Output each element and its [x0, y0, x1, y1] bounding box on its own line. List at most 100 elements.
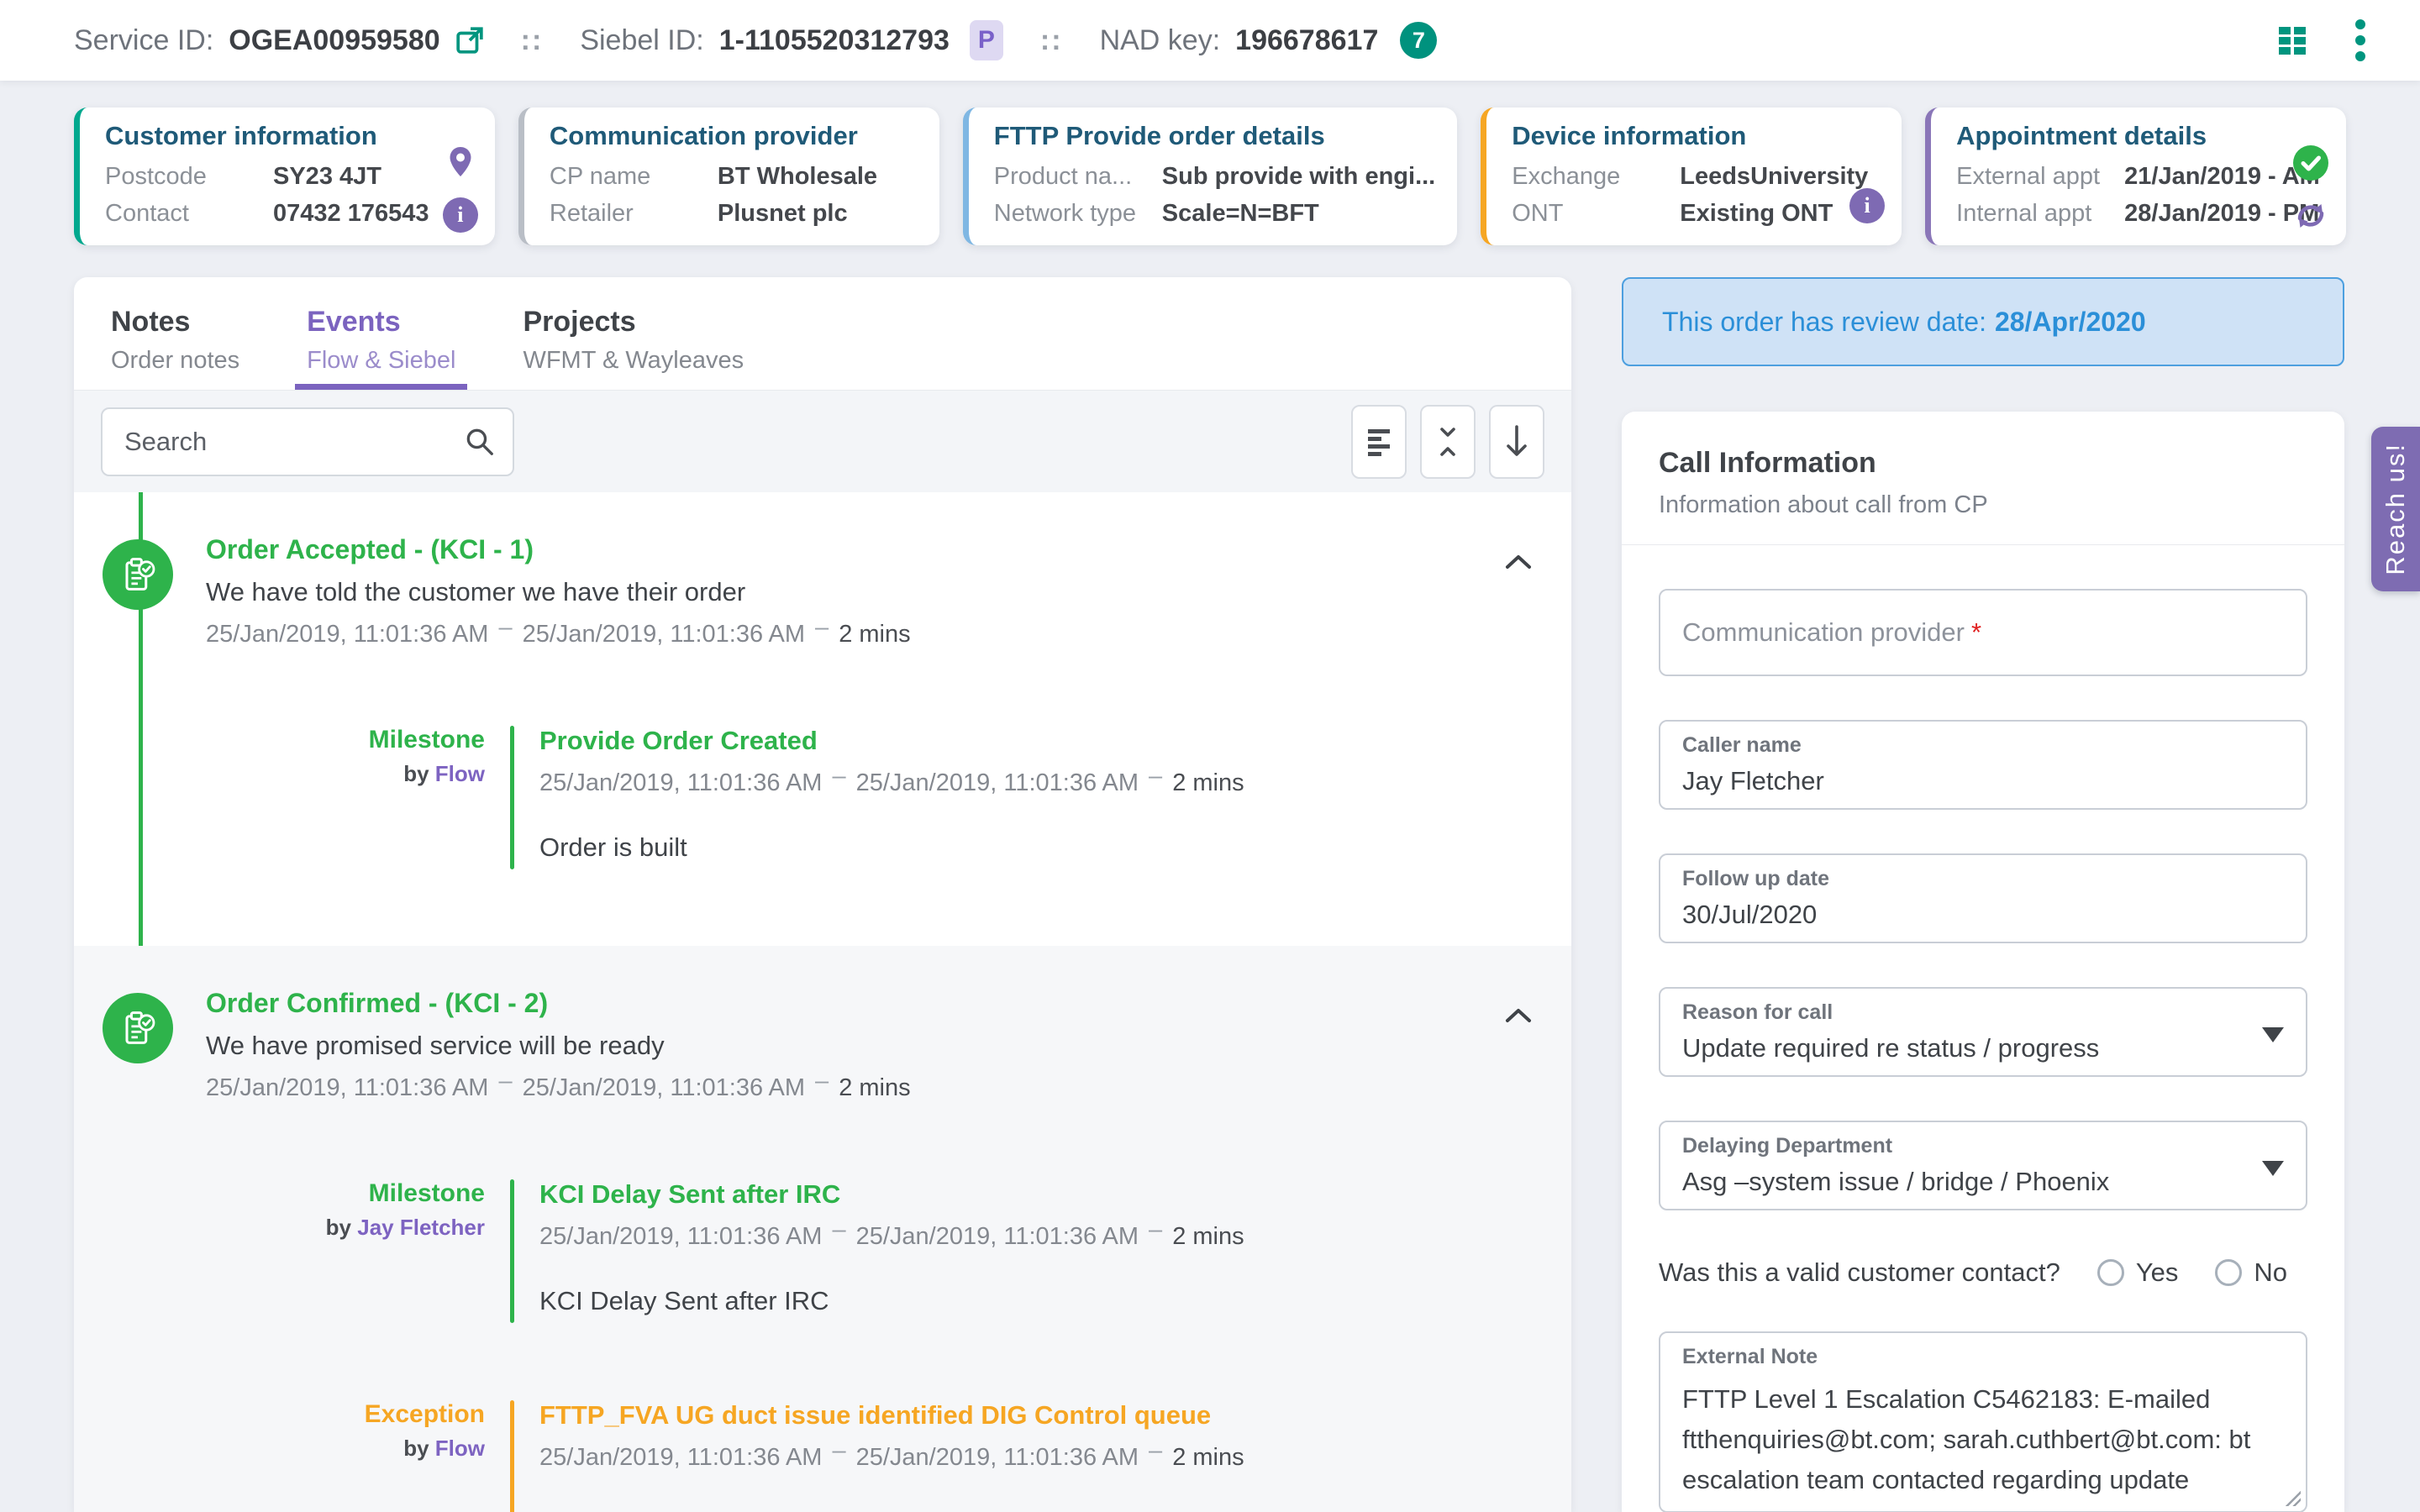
- event-subtitle: We have told the customer we have their …: [206, 577, 1531, 607]
- row-value: 07432 176543: [273, 195, 429, 232]
- item-dates: 25/Jan/2019, 11:01:36 AM–25/Jan/2019, 11…: [539, 769, 1531, 797]
- chevron-up-icon[interactable]: [1504, 1006, 1533, 1029]
- row-value: BT Wholesale: [718, 158, 877, 195]
- event-dates: 25/Jan/2019, 11:01:36 AM–25/Jan/2019, 11…: [206, 1074, 1531, 1102]
- device-information-card: Device information ExchangeLeedsUniversi…: [1481, 108, 1902, 245]
- item-accent-bar: [510, 726, 514, 869]
- separator: ::: [1040, 24, 1063, 57]
- valid-contact-yes-option[interactable]: Yes: [2097, 1257, 2179, 1288]
- event-subtitle: We have promised service will be ready: [206, 1031, 1531, 1061]
- info-icon[interactable]: i: [1849, 188, 1885, 223]
- grid-menu-icon[interactable]: [2274, 22, 2311, 59]
- review-date: 28/Apr/2020: [1995, 307, 2146, 338]
- card-title: Device information: [1512, 121, 1880, 151]
- item-kind: Milestone: [206, 726, 485, 754]
- item-author: by Flow: [206, 761, 485, 787]
- row-value: Existing ONT: [1680, 195, 1833, 232]
- milestone-provide-order-created: Milestone by Flow Provide Order Created …: [206, 726, 1531, 869]
- card-title: FTTP Provide order details: [994, 121, 1435, 151]
- siebel-p-badge[interactable]: P: [970, 20, 1003, 60]
- event-title: Order Accepted - (KCI - 1): [206, 534, 1531, 565]
- event-order-confirmed: Order Confirmed - (KCI - 2) We have prom…: [74, 946, 1571, 1512]
- exception-ug-duct-issue: Exception by Flow FTTP_FVA UG duct issue…: [206, 1400, 1531, 1512]
- row-value: Plusnet plc: [718, 195, 848, 232]
- service-id-value[interactable]: OGEA00959580: [229, 24, 439, 57]
- align-view-button[interactable]: [1351, 405, 1407, 479]
- external-note-textarea[interactable]: External Note FTTP Level 1 Escalation C5…: [1659, 1331, 2307, 1512]
- topbar-actions: [2274, 18, 2366, 62]
- item-body: KCI Delay Sent after IRC: [539, 1286, 1531, 1323]
- row-label: Network type: [994, 195, 1162, 232]
- order-identifiers: Service ID: OGEA00959580 :: Siebel ID: 1…: [74, 20, 1437, 60]
- radio-yes[interactable]: [2097, 1259, 2124, 1286]
- collapse-vertical-icon: [1435, 424, 1460, 459]
- chevron-down-icon: [2262, 1161, 2284, 1176]
- card-title: Customer information: [105, 121, 473, 151]
- tab-projects[interactable]: Projects WFMT & Wayleaves: [511, 306, 755, 390]
- reach-us-tab[interactable]: Reach us!: [2371, 427, 2420, 591]
- review-date-banner: This order has review date:28/Apr/2020: [1622, 277, 2344, 366]
- tab-notes[interactable]: Notes Order notes: [99, 306, 251, 390]
- item-title: Provide Order Created: [539, 726, 1531, 756]
- nad-key-label: NAD key:: [1100, 24, 1221, 57]
- item-dates: 25/Jan/2019, 11:01:36 AM–25/Jan/2019, 11…: [539, 1444, 1531, 1472]
- appointment-confirmed-icon: [2292, 144, 2329, 186]
- tab-events[interactable]: Events Flow & Siebel: [295, 306, 467, 390]
- info-icon[interactable]: i: [443, 197, 478, 233]
- follow-up-date-field[interactable]: Follow up date 30/Jul/2020: [1659, 853, 2307, 943]
- separator: ::: [521, 24, 544, 57]
- search-input[interactable]: [101, 407, 514, 476]
- call-information-subtitle: Information about call from CP: [1659, 491, 2307, 519]
- row-value: Scale=N=BFT: [1162, 195, 1319, 232]
- item-body: Order is built: [539, 832, 1531, 869]
- siebel-id-label: Siebel ID:: [580, 24, 703, 57]
- delaying-department-select[interactable]: Delaying Department Asg –system issue / …: [1659, 1121, 2307, 1210]
- item-body: Please confirm if Dig work is required: [539, 1507, 1531, 1512]
- external-link-icon[interactable]: [455, 26, 484, 55]
- row-label: Contact: [105, 195, 273, 232]
- divider: [1622, 544, 2344, 545]
- call-information-column: This order has review date:28/Apr/2020 C…: [1622, 277, 2344, 1512]
- valid-contact-no-option[interactable]: No: [2215, 1257, 2287, 1288]
- chevron-down-icon: [2262, 1027, 2284, 1042]
- row-label: CP name: [550, 158, 718, 195]
- row-value: 21/Jan/2019 - AM: [2124, 158, 2320, 195]
- nad-count-badge[interactable]: 7: [1400, 22, 1437, 59]
- item-kind: Milestone: [206, 1179, 485, 1208]
- chevron-up-icon[interactable]: [1504, 553, 1533, 575]
- appointment-details-card: Appointment details External appt21/Jan/…: [1925, 108, 2346, 245]
- row-value: Sub provide with engi...: [1162, 158, 1435, 195]
- kebab-menu-icon[interactable]: [2354, 18, 2366, 62]
- collapse-all-button[interactable]: [1420, 405, 1476, 479]
- row-label: Retailer: [550, 195, 718, 232]
- row-label: ONT: [1512, 195, 1680, 232]
- search-icon[interactable]: [464, 426, 496, 462]
- row-value: LeedsUniversity: [1680, 158, 1868, 195]
- order-event-icon: [103, 993, 173, 1063]
- item-accent-bar: [510, 1179, 514, 1323]
- row-label: Product na...: [994, 158, 1162, 195]
- fttp-order-details-card: FTTP Provide order details Product na...…: [963, 108, 1457, 245]
- reason-for-call-select[interactable]: Reason for call Update required re statu…: [1659, 987, 2307, 1077]
- order-management-app: Service ID: OGEA00959580 :: Siebel ID: 1…: [0, 0, 2420, 1512]
- caller-name-field[interactable]: Caller name Jay Fletcher: [1659, 720, 2307, 810]
- event-title: Order Confirmed - (KCI - 2): [206, 988, 1531, 1019]
- required-asterisk: *: [1971, 617, 1981, 648]
- service-id-label: Service ID:: [74, 24, 213, 57]
- align-list-icon: [1365, 426, 1393, 458]
- communication-provider-field[interactable]: Communication provider *: [1659, 589, 2307, 676]
- location-pin-icon[interactable]: [445, 144, 476, 186]
- events-toolbar: [74, 390, 1571, 492]
- event-order-accepted: Order Accepted - (KCI - 1) We have told …: [74, 492, 1571, 946]
- order-event-icon: [103, 539, 173, 610]
- row-label: Internal appt: [1956, 195, 2124, 232]
- panel-tabs: Notes Order notes Events Flow & Siebel P…: [74, 277, 1571, 390]
- row-label: External appt: [1956, 158, 2124, 195]
- row-label: Exchange: [1512, 158, 1680, 195]
- call-information-title: Call Information: [1659, 447, 2307, 480]
- scroll-to-bottom-button[interactable]: [1489, 405, 1544, 479]
- resize-handle[interactable]: [2282, 1488, 2301, 1506]
- refresh-appointment-icon[interactable]: [2292, 197, 2329, 239]
- topbar: Service ID: OGEA00959580 :: Siebel ID: 1…: [0, 0, 2420, 81]
- radio-no[interactable]: [2215, 1259, 2242, 1286]
